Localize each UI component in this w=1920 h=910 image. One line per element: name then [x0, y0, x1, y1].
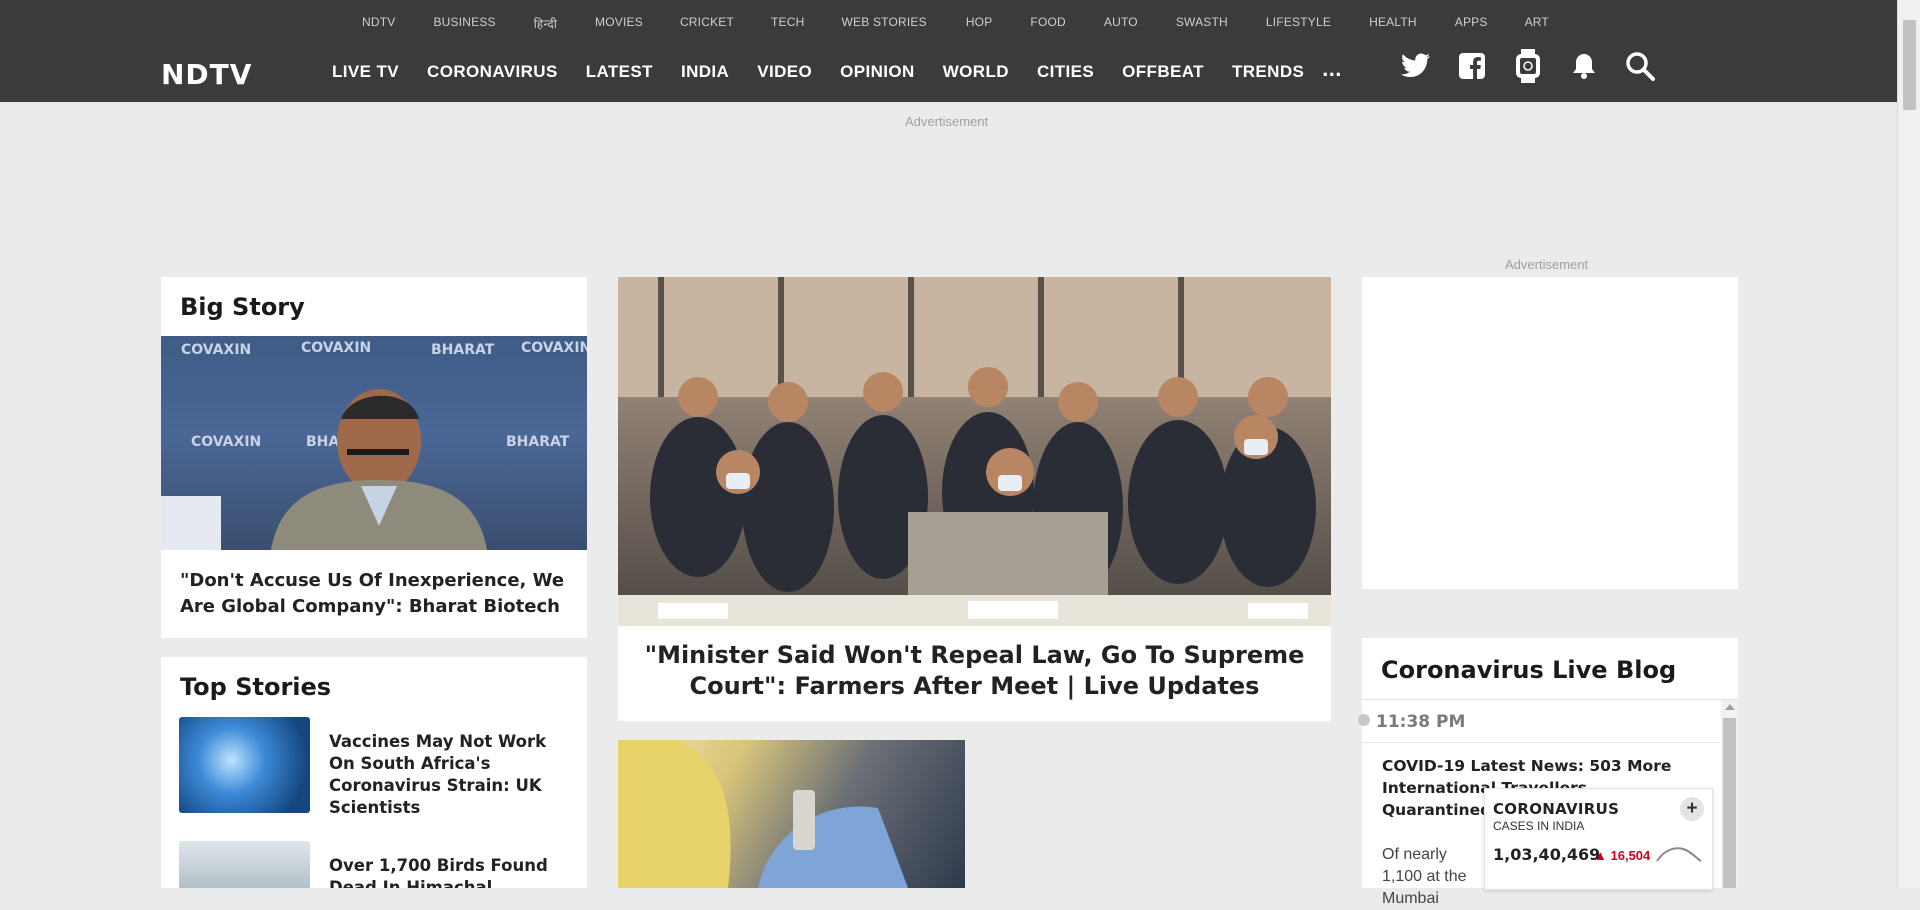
scroll-up-arrow[interactable] [1725, 704, 1735, 710]
ndtv-logo[interactable]: NDTV [161, 58, 252, 91]
logo-text: NDTV [161, 58, 253, 91]
top-link[interactable]: APPS [1455, 15, 1488, 32]
svg-text:COVAXIN: COVAXIN [301, 340, 371, 356]
scrollbar-thumb[interactable] [1903, 20, 1916, 110]
header-icons [1400, 49, 1656, 83]
big-story-card: Big Story COVAXIN COVAXIN BHARAT COVAXIN CO… [161, 277, 587, 638]
main-nav: LIVE TV CORONAVIRUS LATEST INDIA VIDEO O… [332, 58, 1370, 82]
nav-item[interactable]: VIDEO [757, 62, 812, 82]
expand-button[interactable]: + [1680, 797, 1704, 821]
top-link[interactable]: CRICKET [680, 15, 734, 32]
timeline-dot [1358, 714, 1370, 726]
covid-widget-title: CORONAVIRUS [1493, 800, 1620, 818]
top-link[interactable]: TECH [771, 15, 804, 32]
top-story-title[interactable]: Vaccines May Not Work On South Africa's … [329, 717, 555, 819]
covid-delta-value: 16,504 [1610, 848, 1651, 863]
lead-story-image[interactable] [618, 277, 1331, 626]
ad-label-top: Advertisement [905, 114, 989, 129]
top-link[interactable]: SWASTH [1176, 15, 1228, 32]
top-link[interactable]: BUSINESS [433, 15, 495, 32]
covid-total-cases: 1,03,40,469 [1493, 845, 1601, 864]
lead-story-title[interactable]: "Minister Said Won't Repeal Law, Go To S… [638, 640, 1311, 702]
live-blog-timeline [1362, 699, 1738, 700]
top-link[interactable]: WEB STORIES [841, 15, 926, 32]
top-link[interactable]: HEALTH [1369, 15, 1417, 32]
svg-text:COVAXIN: COVAXIN [521, 340, 587, 356]
site-header: NDTV BUSINESS हिन्दी MOVIES CRICKET TECH… [0, 0, 1898, 102]
search-icon[interactable] [1624, 50, 1656, 82]
svg-text:BHARAT: BHARAT [506, 434, 570, 450]
covid-delta: ▲ 16,504 [1594, 848, 1650, 863]
top-story-thumbnail[interactable] [179, 717, 310, 813]
live-blog-time: 11:38 PM [1376, 712, 1466, 732]
secondary-story-image[interactable] [618, 740, 965, 888]
top-link[interactable]: MOVIES [595, 15, 643, 32]
top-link[interactable]: HOP [966, 15, 993, 32]
top-story-title[interactable]: Over 1,700 Birds Found Dead In Himachal … [329, 841, 555, 888]
nav-item[interactable]: OPINION [840, 62, 915, 82]
live-blog-scroll-thumb[interactable] [1723, 718, 1736, 888]
plus-icon: + [1686, 798, 1698, 819]
top-story-item[interactable]: Vaccines May Not Work On South Africa's … [179, 717, 555, 819]
bell-icon[interactable] [1568, 50, 1600, 82]
top-story-item[interactable]: Over 1,700 Birds Found Dead In Himachal … [179, 841, 555, 888]
ad-slot-right [1362, 277, 1738, 589]
nav-item[interactable]: TRENDS [1232, 62, 1304, 82]
more-menu-button[interactable]: ... [1322, 58, 1342, 82]
top-link[interactable]: AUTO [1104, 15, 1138, 32]
lead-story-card: "Minister Said Won't Repeal Law, Go To S… [618, 277, 1331, 721]
top-stories-card: Top Stories Vaccines May Not Work On Sou… [161, 657, 587, 888]
svg-text:COVAXIN: COVAXIN [181, 342, 251, 358]
covid-cases-widget[interactable]: CORONAVIRUS CASES IN INDIA + 1,03,40,469… [1484, 788, 1713, 890]
top-link[interactable]: हिन्दी [534, 15, 557, 32]
top-link[interactable]: FOOD [1030, 15, 1065, 32]
live-blog-entry-text: Of nearly 1,100 at the Mumbai [1382, 846, 1467, 907]
live-blog-scrollbar[interactable] [1721, 700, 1738, 888]
top-links: NDTV BUSINESS हिन्दी MOVIES CRICKET TECH… [362, 15, 1549, 32]
nav-item[interactable]: CORONAVIRUS [427, 62, 558, 82]
covid-widget-subtitle: CASES IN INDIA [1493, 819, 1585, 833]
big-story-heading: Big Story [180, 293, 305, 321]
ad-label-right: Advertisement [1505, 257, 1589, 272]
top-link[interactable]: ART [1525, 15, 1549, 32]
big-story-image[interactable]: COVAXIN COVAXIN BHARAT COVAXIN COVAXIN BHARA… [161, 336, 587, 550]
nav-item[interactable]: OFFBEAT [1122, 62, 1204, 82]
trend-sparkline [1656, 847, 1702, 862]
top-link[interactable]: NDTV [362, 15, 395, 32]
live-blog-heading: Coronavirus Live Blog [1381, 656, 1677, 684]
nav-item[interactable]: INDIA [681, 62, 729, 82]
up-triangle-icon: ▲ [1594, 848, 1607, 863]
entry-divider [1362, 742, 1719, 743]
twitter-icon[interactable] [1400, 50, 1432, 82]
top-story-thumbnail[interactable] [179, 841, 310, 888]
nav-item[interactable]: LATEST [586, 62, 653, 82]
big-story-title[interactable]: "Don't Accuse Us Of Inexperience, We Are… [180, 568, 570, 620]
svg-text:COVAXIN: COVAXIN [191, 434, 261, 450]
nav-item[interactable]: CITIES [1037, 62, 1094, 82]
nav-item[interactable]: LIVE TV [332, 62, 399, 82]
smartwatch-icon[interactable] [1512, 49, 1544, 83]
top-link[interactable]: LIFESTYLE [1266, 15, 1331, 32]
svg-text:BHARAT: BHARAT [431, 342, 495, 358]
nav-item[interactable]: WORLD [943, 62, 1009, 82]
top-stories-heading: Top Stories [180, 673, 332, 701]
page-scrollbar[interactable] [1897, 0, 1920, 888]
facebook-icon[interactable] [1456, 50, 1488, 82]
